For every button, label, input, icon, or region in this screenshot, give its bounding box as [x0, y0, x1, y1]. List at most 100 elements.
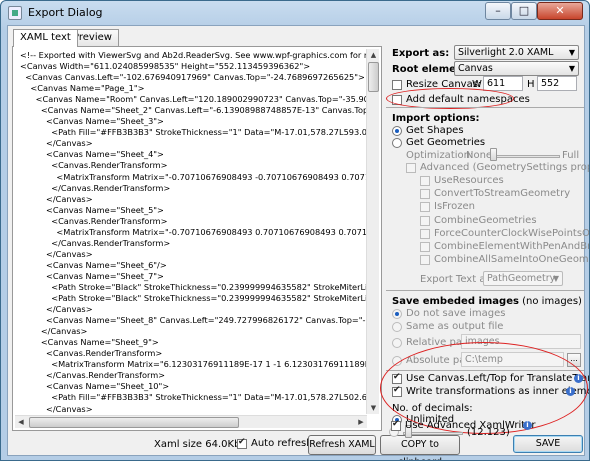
close-button[interactable]: ✕ [537, 2, 583, 20]
advanced-option-checkbox[interactable] [420, 176, 430, 186]
copy-to-clipboard-button[interactable]: COPY to clipboard [380, 435, 460, 460]
code-line: <Canvas Name="Sheet_10"> [20, 381, 170, 392]
optimization-slider-track[interactable] [490, 155, 560, 158]
scroll-left-icon[interactable]: ◀ [15, 416, 27, 429]
advanced-option-checkbox[interactable] [420, 215, 430, 226]
import-options-header: Import options: [392, 113, 480, 124]
app-icon [8, 6, 22, 20]
minimize-button[interactable]: – [485, 2, 511, 20]
optimization-slider-thumb[interactable] [490, 148, 497, 161]
divider [386, 107, 584, 108]
xaml-size-label: Xaml size 64.0Kb [154, 439, 241, 450]
code-line: <MatrixTransform Matrix="-0.707106769084… [20, 171, 367, 182]
maximize-button[interactable]: □ [511, 2, 537, 20]
decimals-slider-track[interactable] [403, 432, 463, 435]
xaml-text-panel: <!-- Exported with ViewerSvg and Ab2d.Re… [12, 46, 382, 431]
auto-refresh-checkbox[interactable] [237, 437, 247, 449]
code-line: </Canvas.RenderTransform> [20, 182, 171, 193]
chevron-down-icon: ▼ [568, 64, 575, 73]
horizontal-scrollbar[interactable]: ◀ ▶ [15, 415, 367, 428]
advanced-option-label: CombineElementWithPenAndBrush [434, 241, 589, 252]
same-as-output-radio[interactable] [392, 322, 402, 332]
vertical-scroll-thumb[interactable] [368, 62, 379, 92]
advanced-option-label: UseResources [434, 175, 504, 186]
scroll-right-icon[interactable]: ▶ [355, 416, 367, 429]
code-line: <Canvas Name="Sheet_7"> [20, 270, 164, 281]
code-line: <Path Fill="#FFB3B3B3" StrokeThickness="… [20, 127, 367, 138]
advanced-option-checkbox[interactable] [420, 202, 430, 213]
title-bar[interactable]: Export Dialog – □ ✕ [1, 1, 589, 25]
code-line: <MatrixTransform Matrix="-0.707106769084… [20, 226, 367, 237]
export-as-label: Export as: [392, 48, 450, 59]
export-dialog-window: Export Dialog – □ ✕ XAML text Preview <!… [0, 0, 590, 461]
export-as-value: Silverlight 2.0 XAML [458, 47, 554, 58]
advanced-option-label: CombineGeometries [434, 214, 537, 226]
info-icon[interactable]: i [523, 421, 532, 430]
get-shapes-radio[interactable] [392, 126, 402, 136]
auto-refresh-label: Auto refresh [251, 438, 313, 449]
code-line: <Canvas Name="Sheet_6"/> [20, 259, 167, 270]
save-images-title: Save embeded images [392, 296, 519, 307]
code-line: <Path Stroke="Black" StrokeThickness="0.… [20, 281, 367, 292]
scroll-up-icon[interactable]: ▲ [367, 49, 380, 61]
code-line: </Canvas> [20, 304, 93, 315]
height-input[interactable]: 552 [537, 76, 577, 91]
code-line: <Canvas Canvas.Left="-102.676940917969" … [20, 72, 365, 83]
code-line: <Canvas Name="Sheet_8" Canvas.Left="249.… [20, 315, 367, 326]
save-images-header: Save embeded images (no images) [392, 296, 582, 307]
code-line: </Canvas.RenderTransform> [20, 237, 171, 248]
width-input[interactable]: 611 [483, 76, 523, 91]
code-line: </Canvas> [20, 403, 93, 414]
code-line: <Canvas Name="Sheet_2" Canvas.Left="-6.1… [20, 105, 367, 116]
save-button[interactable]: SAVE [513, 435, 583, 453]
scroll-down-icon[interactable]: ▼ [367, 402, 380, 414]
use-advanced-writer-checkbox[interactable] [391, 419, 401, 431]
save-images-note: (no images) [522, 296, 582, 307]
dont-save-images-label: Do not save images [406, 308, 506, 319]
optimization-full-label: Full [562, 150, 580, 161]
tab-xaml-text[interactable]: XAML text [13, 29, 78, 47]
code-line: <Canvas Name="Sheet_3"> [20, 116, 164, 127]
advanced-option-checkbox[interactable] [420, 255, 430, 266]
vertical-scrollbar[interactable]: ▲ ▼ [366, 49, 379, 414]
root-element-select[interactable]: Canvas ▼ [454, 61, 579, 76]
advanced-label: Advanced (GeometrySettings properties): [420, 162, 589, 173]
code-line: <Canvas Name="Sheet_4"> [20, 149, 164, 160]
code-line: </Canvas> [20, 193, 93, 204]
code-line: <Path Stroke="Black" StrokeThickness="0.… [20, 293, 367, 304]
refresh-xaml-button[interactable]: Refresh XAML [308, 435, 376, 455]
advanced-option-label: IsFrozen [434, 201, 475, 213]
code-line: <MatrixTransform Matrix="6.1230317691118… [20, 359, 367, 370]
get-shapes-label: Get Shapes [406, 125, 464, 136]
divider [386, 290, 584, 291]
window-title: Export Dialog [28, 6, 103, 19]
horizontal-scroll-thumb[interactable] [29, 417, 239, 428]
code-line: <Canvas Name="Sheet_5"> [20, 204, 164, 215]
code-line: <Path Fill="#FFB3B3B3" StrokeThickness="… [20, 392, 367, 403]
export-text-select[interactable]: PathGeometry ▼ [483, 271, 563, 286]
advanced-option-checkbox[interactable] [420, 228, 430, 239]
code-line: <Canvas.RenderTransform> [20, 215, 168, 226]
advanced-option-checkbox[interactable] [420, 242, 430, 252]
advanced-option-label: CombineAllSameIntoOneGeometry [434, 254, 589, 266]
use-advanced-writer-label: Use Advanced XamlWriter [405, 420, 536, 431]
code-line: <Canvas Name="Sheet_9"> [20, 337, 159, 348]
advanced-option-label: ForceCounterClockWisePointsOrder [434, 227, 590, 239]
dont-save-images-radio[interactable] [392, 309, 402, 319]
advanced-checkbox[interactable] [406, 163, 416, 173]
code-line: </Canvas.RenderTransform> [20, 370, 166, 381]
xaml-code-view[interactable]: <!-- Exported with ViewerSvg and Ab2d.Re… [16, 50, 367, 417]
code-line: </Canvas> [20, 248, 93, 259]
root-element-value: Canvas [458, 63, 493, 74]
code-line: <Canvas.RenderTransform> [20, 160, 168, 171]
same-as-output-label: Same as output file [406, 321, 504, 332]
highlight-ellipse [386, 88, 514, 109]
advanced-option-checkbox[interactable] [420, 189, 430, 200]
code-line: <!-- Exported with ViewerSvg and Ab2d.Re… [20, 50, 367, 60]
export-as-select[interactable]: Silverlight 2.0 XAML ▼ [454, 45, 579, 60]
code-line: </Canvas> [20, 326, 88, 337]
relative-path-radio[interactable] [392, 338, 402, 348]
get-geometries-radio[interactable] [392, 138, 402, 148]
resize-canvas-checkbox[interactable] [392, 80, 402, 90]
code-line: <Canvas Name="Page_1"> [20, 83, 145, 94]
